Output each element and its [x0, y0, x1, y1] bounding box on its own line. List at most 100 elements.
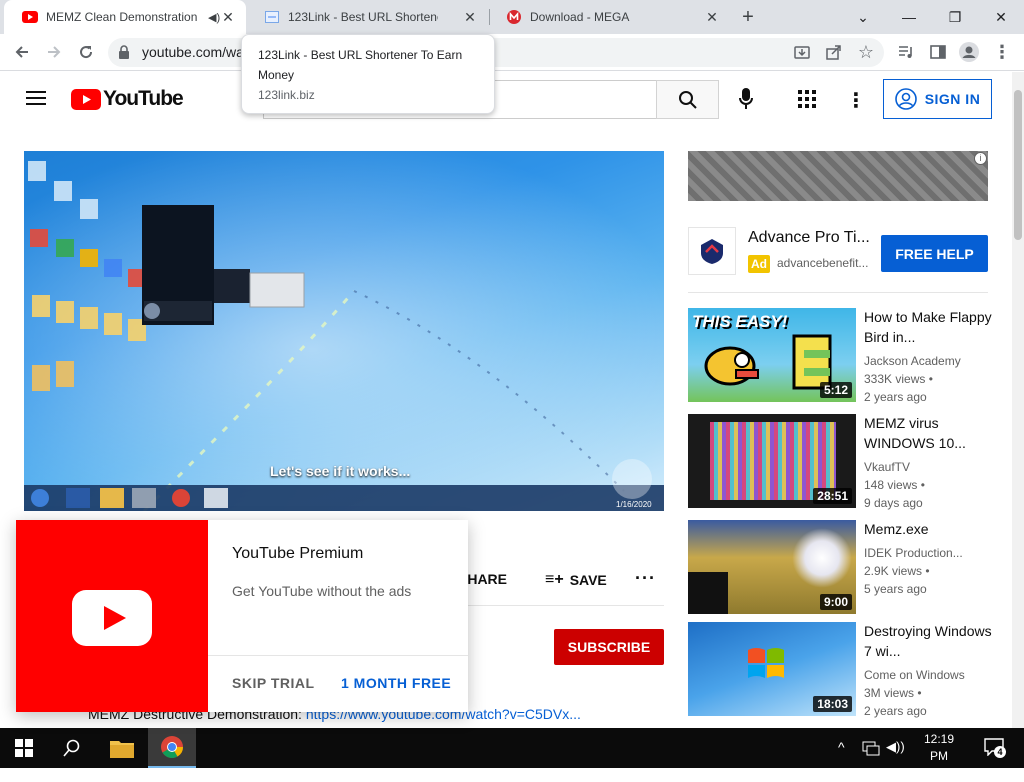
scrollbar-thumb[interactable]: [1014, 90, 1022, 240]
related-video-channel[interactable]: Jackson Academy: [864, 352, 961, 370]
close-tab-icon[interactable]: ✕: [462, 9, 478, 25]
taskbar-clock[interactable]: 12:19 PM 6/13/2022: [916, 731, 969, 782]
ad-cta-button[interactable]: FREE HELP: [881, 235, 988, 272]
new-tab-button[interactable]: +: [736, 5, 760, 29]
windows-taskbar: ^ ◀)) 12:19 PM 6/13/2022 4: [0, 728, 1024, 780]
back-icon[interactable]: [9, 39, 35, 65]
forward-icon[interactable]: [41, 39, 67, 65]
save-button[interactable]: ≡+ SAVE: [545, 571, 607, 589]
window-overlay: [688, 572, 728, 614]
related-video-title[interactable]: MEMZ virus WINDOWS 10...: [864, 413, 994, 453]
related-video-views: 2.9K views •: [864, 564, 930, 578]
related-video-age: 9 days ago: [864, 496, 923, 510]
apps-grid-icon[interactable]: [798, 90, 816, 113]
divider: [208, 655, 468, 656]
bookmark-star-icon[interactable]: ☆: [853, 39, 879, 65]
close-window-button[interactable]: ✕: [978, 0, 1024, 34]
network-icon[interactable]: [862, 740, 880, 761]
taskbar-chrome[interactable]: [148, 728, 196, 768]
related-video-views: 3M views •: [864, 686, 922, 700]
thumbnail-text: THIS EASY!: [692, 312, 788, 331]
tray-chevron-icon[interactable]: ^: [838, 739, 845, 755]
share-page-icon[interactable]: [821, 39, 847, 65]
premium-title: YouTube Premium: [232, 545, 364, 562]
side-panel-icon[interactable]: [925, 39, 951, 65]
hover-card-domain: 123link.biz: [258, 88, 315, 102]
ad-banner[interactable]: [688, 151, 988, 201]
reload-icon[interactable]: [73, 39, 99, 65]
subscribe-label: SUBSCRIBE: [567, 639, 651, 655]
skip-trial-button[interactable]: SKIP TRIAL: [232, 675, 315, 691]
video-duration: 28:51: [813, 488, 852, 504]
premium-banner: [16, 520, 208, 712]
search-button[interactable]: [656, 80, 719, 119]
video-duration: 18:03: [813, 696, 852, 712]
start-button[interactable]: [0, 728, 48, 768]
restore-button[interactable]: ❐: [932, 0, 978, 34]
voice-search-icon[interactable]: [739, 88, 753, 115]
youtube-logo-text: YouTube: [103, 87, 184, 110]
windows-start-icon: [15, 739, 33, 757]
related-video-title[interactable]: Destroying Windows 7 wi...: [864, 621, 994, 661]
related-video-thumbnail[interactable]: 9:00: [688, 520, 856, 614]
tab-search-button[interactable]: ⌄: [840, 0, 886, 34]
close-tab-icon[interactable]: ✕: [704, 9, 720, 25]
video-caption: Let's see if it works...: [270, 463, 411, 479]
related-video-thumbnail[interactable]: 18:03: [688, 622, 856, 716]
profile-avatar-icon[interactable]: [956, 39, 982, 65]
mega-favicon-icon: [506, 9, 522, 25]
install-app-icon[interactable]: [789, 39, 815, 65]
related-video-channel[interactable]: IDEK Production...: [864, 544, 963, 562]
tab-strip: MEMZ Clean Demonstration ◀) ✕ 123Link - …: [0, 0, 1024, 34]
volume-icon[interactable]: ◀)): [886, 739, 905, 755]
related-video-age: 2 years ago: [864, 704, 927, 718]
youtube-favicon-icon: [22, 9, 38, 25]
free-month-button[interactable]: 1 MONTH FREE: [341, 675, 451, 691]
settings-more-icon[interactable]: ⋮: [846, 88, 866, 113]
related-video-title[interactable]: Memz.exe: [864, 519, 994, 539]
minimize-button[interactable]: —: [886, 0, 932, 34]
sign-in-button[interactable]: SIGN IN: [883, 79, 992, 119]
advertiser-logo[interactable]: [688, 227, 736, 275]
related-video-channel[interactable]: Come on Windows: [864, 666, 965, 684]
related-video-thumbnail[interactable]: THIS EASY! 5:12: [688, 308, 856, 402]
related-video-thumbnail[interactable]: 28:51: [688, 414, 856, 508]
related-video-channel[interactable]: VkaufTV: [864, 458, 910, 476]
youtube-logo[interactable]: YouTube: [71, 87, 184, 111]
divider: [468, 605, 664, 606]
taskbar-file-explorer[interactable]: [98, 728, 146, 768]
related-video-views: 333K views •: [864, 372, 933, 386]
url-text: youtube.com/wa: [142, 44, 244, 60]
account-icon: [894, 88, 917, 110]
related-video-age: 2 years ago: [864, 390, 927, 404]
ad-badge: Ad: [748, 255, 770, 273]
tab-hover-card: 123Link - Best URL Shortener To Earn Mon…: [241, 34, 495, 114]
tab-memz[interactable]: MEMZ Clean Demonstration ◀) ✕: [4, 0, 246, 34]
notification-center-icon[interactable]: 4: [984, 738, 1006, 761]
search-icon: [678, 90, 697, 109]
hamburger-menu-icon[interactable]: [26, 90, 46, 111]
ad-info-icon[interactable]: i: [974, 152, 987, 165]
tab-title: 123Link - Best URL Shortener To: [288, 10, 438, 24]
more-actions-icon[interactable]: ···: [635, 568, 656, 589]
ad-title[interactable]: Advance Pro Ti...: [748, 229, 870, 247]
audio-playing-icon[interactable]: ◀): [208, 11, 220, 24]
windows-logo-icon: [748, 648, 784, 678]
page-scrollbar[interactable]: [1012, 72, 1024, 728]
youtube-logo-icon: [71, 88, 101, 110]
search-icon: [63, 739, 80, 757]
tab-mega[interactable]: Download - MEGA ✕: [488, 0, 730, 34]
related-video-title[interactable]: How to Make Flappy Bird in...: [864, 307, 994, 347]
close-tab-icon[interactable]: ✕: [220, 9, 236, 25]
taskbar-search-button[interactable]: [48, 728, 96, 768]
tab-title: MEMZ Clean Demonstration: [46, 10, 198, 24]
related-video-views: 148 views •: [864, 478, 925, 492]
media-control-icon[interactable]: [893, 39, 919, 65]
browser-menu-icon[interactable]: ⋮: [989, 39, 1015, 65]
tab-title: Download - MEGA: [530, 10, 630, 24]
lock-icon[interactable]: [119, 45, 129, 64]
video-player[interactable]: Let's see if it works... 1/16/2020: [24, 151, 664, 511]
premium-subtitle: Get YouTube without the ads: [232, 583, 412, 599]
tab-123link[interactable]: 123Link - Best URL Shortener To ✕: [246, 0, 488, 34]
subscribe-button[interactable]: SUBSCRIBE: [554, 629, 664, 665]
